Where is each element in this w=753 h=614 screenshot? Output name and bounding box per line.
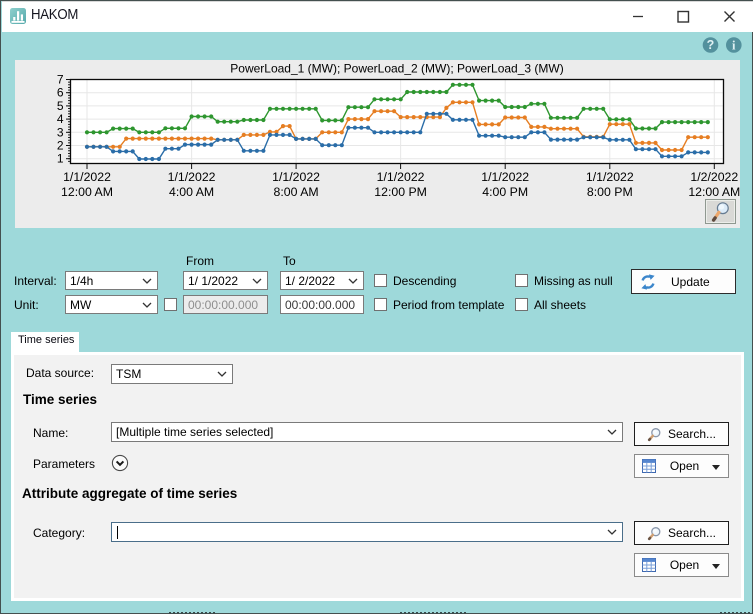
svg-text:7: 7 (57, 73, 64, 87)
svg-text:?: ? (707, 38, 715, 52)
svg-text:8:00 PM: 8:00 PM (587, 185, 633, 199)
svg-text:12:00 PM: 12:00 PM (374, 185, 427, 199)
svg-text:6: 6 (57, 86, 64, 100)
svg-text:1/1/2022: 1/1/2022 (272, 170, 320, 184)
svg-text:2: 2 (57, 139, 64, 153)
svg-text:1/1/2022: 1/1/2022 (481, 170, 529, 184)
svg-text:i: i (732, 38, 736, 52)
svg-text:1/2/2022: 1/2/2022 (690, 170, 738, 184)
svg-text:1/1/2022: 1/1/2022 (168, 170, 216, 184)
svg-text:4:00 AM: 4:00 AM (169, 185, 214, 199)
svg-text:4: 4 (57, 112, 64, 126)
svg-text:12:00 AM: 12:00 AM (61, 185, 113, 199)
svg-text:1: 1 (57, 152, 64, 166)
svg-text:1/1/2022: 1/1/2022 (586, 170, 634, 184)
svg-text:3: 3 (57, 125, 64, 139)
svg-text:12:00 AM: 12:00 AM (688, 185, 740, 199)
svg-text:PowerLoad_1 (MW); PowerLoad_2: PowerLoad_1 (MW); PowerLoad_2 (MW); Powe… (230, 62, 563, 76)
svg-text:5: 5 (57, 99, 64, 113)
svg-text:1/1/2022: 1/1/2022 (377, 170, 425, 184)
svg-text:1/1/2022: 1/1/2022 (63, 170, 111, 184)
svg-text:8:00 AM: 8:00 AM (274, 185, 319, 199)
svg-text:4:00 PM: 4:00 PM (482, 185, 528, 199)
